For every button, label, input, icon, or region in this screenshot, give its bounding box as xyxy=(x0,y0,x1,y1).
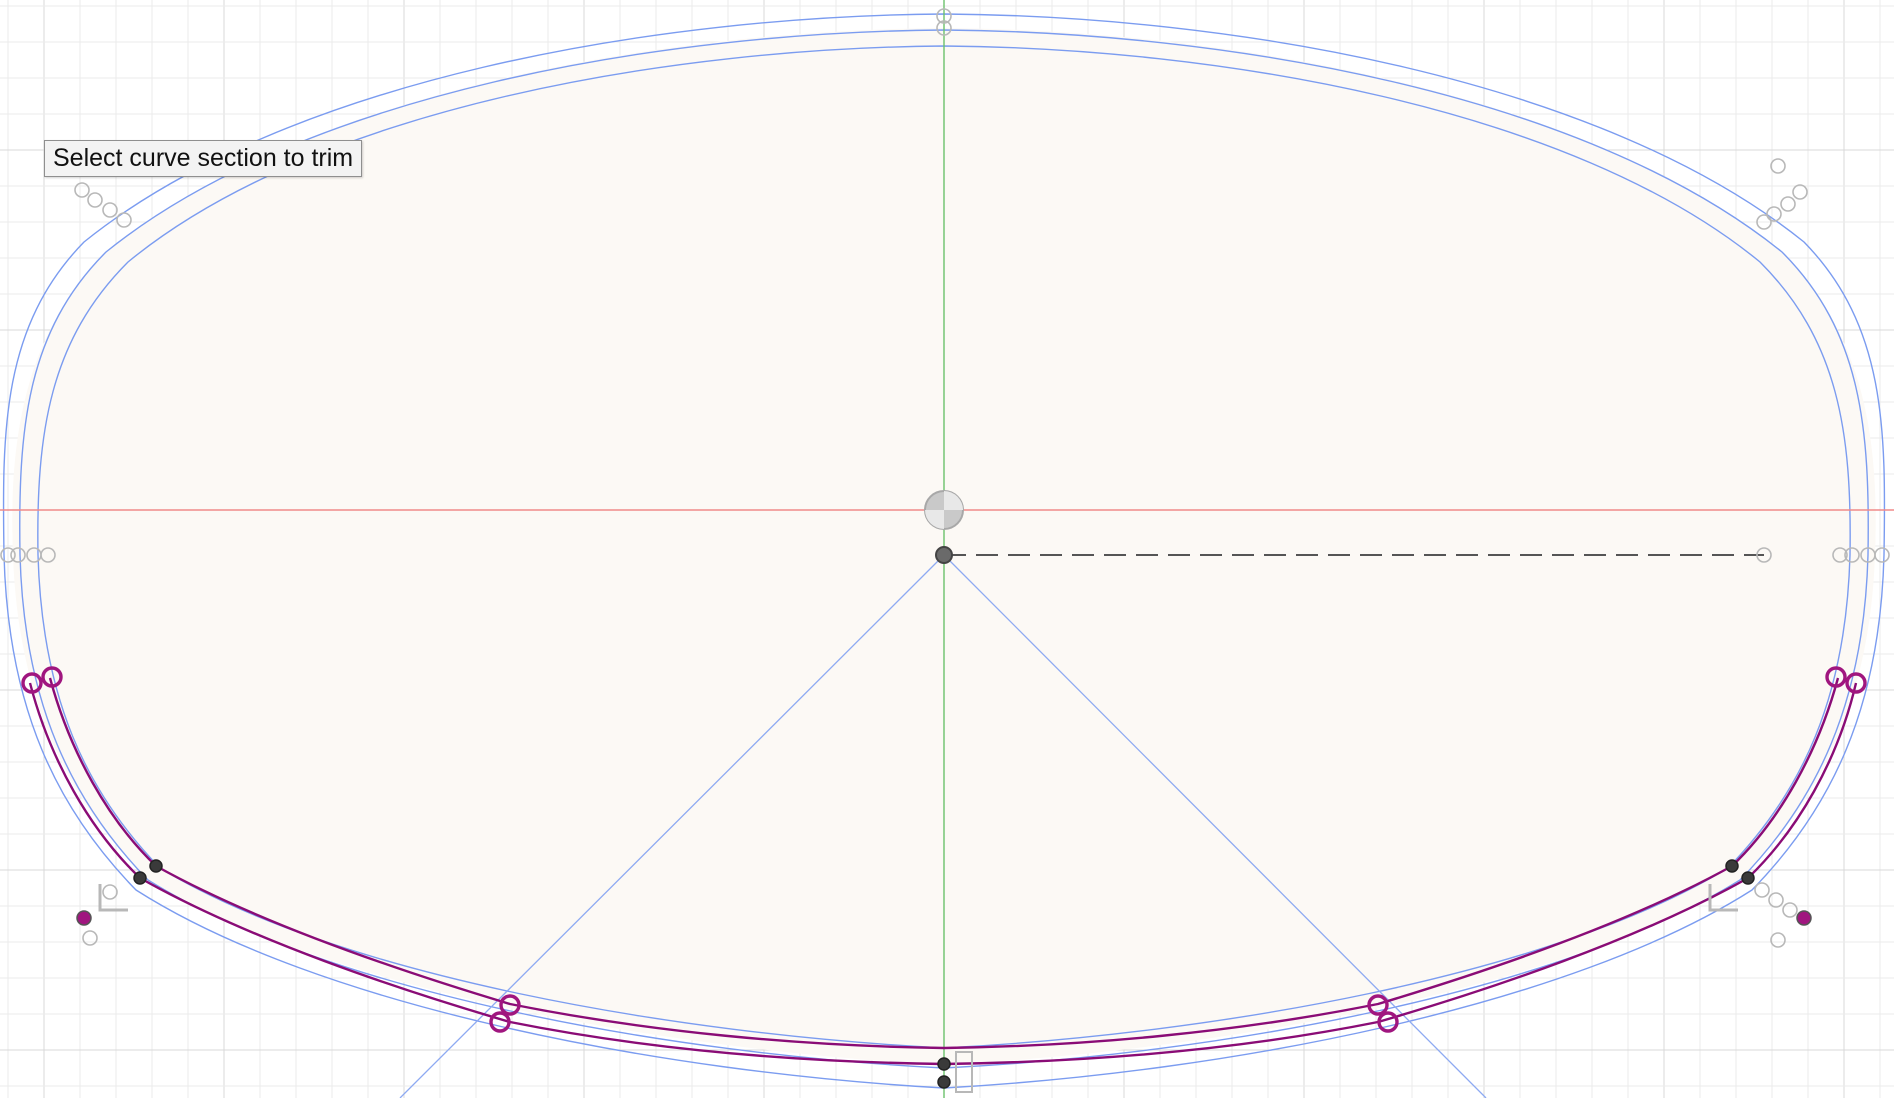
constraint-point-icon[interactable] xyxy=(76,910,92,926)
tangent-constraint-icon[interactable] xyxy=(1770,158,1786,174)
sketch-point-icon[interactable] xyxy=(937,1057,951,1071)
tangent-constraint-icon[interactable] xyxy=(102,202,118,218)
tangent-constraint-icon[interactable] xyxy=(87,192,103,208)
tangent-constraint-icon[interactable] xyxy=(1792,184,1808,200)
sketch-point-icon[interactable] xyxy=(149,859,163,873)
tangent-constraint-icon[interactable] xyxy=(1782,902,1798,918)
constraint-point-icon[interactable] xyxy=(1796,910,1812,926)
trim-tooltip: Select curve section to trim xyxy=(44,140,363,177)
sketch-canvas-area[interactable]: Select curve section to trim xyxy=(0,0,1894,1098)
sketch-point-icon[interactable] xyxy=(133,871,147,885)
tangent-constraint-icon[interactable] xyxy=(1874,547,1890,563)
sketch-point-icon[interactable] xyxy=(937,1075,951,1089)
tangent-constraint-icon[interactable] xyxy=(116,212,132,228)
tangent-constraint-icon[interactable] xyxy=(1768,892,1784,908)
tangent-constraint-icon[interactable] xyxy=(102,884,118,900)
tangent-constraint-icon[interactable] xyxy=(1754,882,1770,898)
tangent-constraint-icon[interactable] xyxy=(82,930,98,946)
sketch-point-icon[interactable] xyxy=(1741,871,1755,885)
sketch-point-icon[interactable] xyxy=(1725,859,1739,873)
tangent-constraint-icon[interactable] xyxy=(1780,196,1796,212)
origin-icon[interactable] xyxy=(924,490,964,530)
tangent-constraint-icon[interactable] xyxy=(74,182,90,198)
tangent-constraint-icon[interactable] xyxy=(1770,932,1786,948)
sketch-point-icon[interactable] xyxy=(935,546,953,564)
